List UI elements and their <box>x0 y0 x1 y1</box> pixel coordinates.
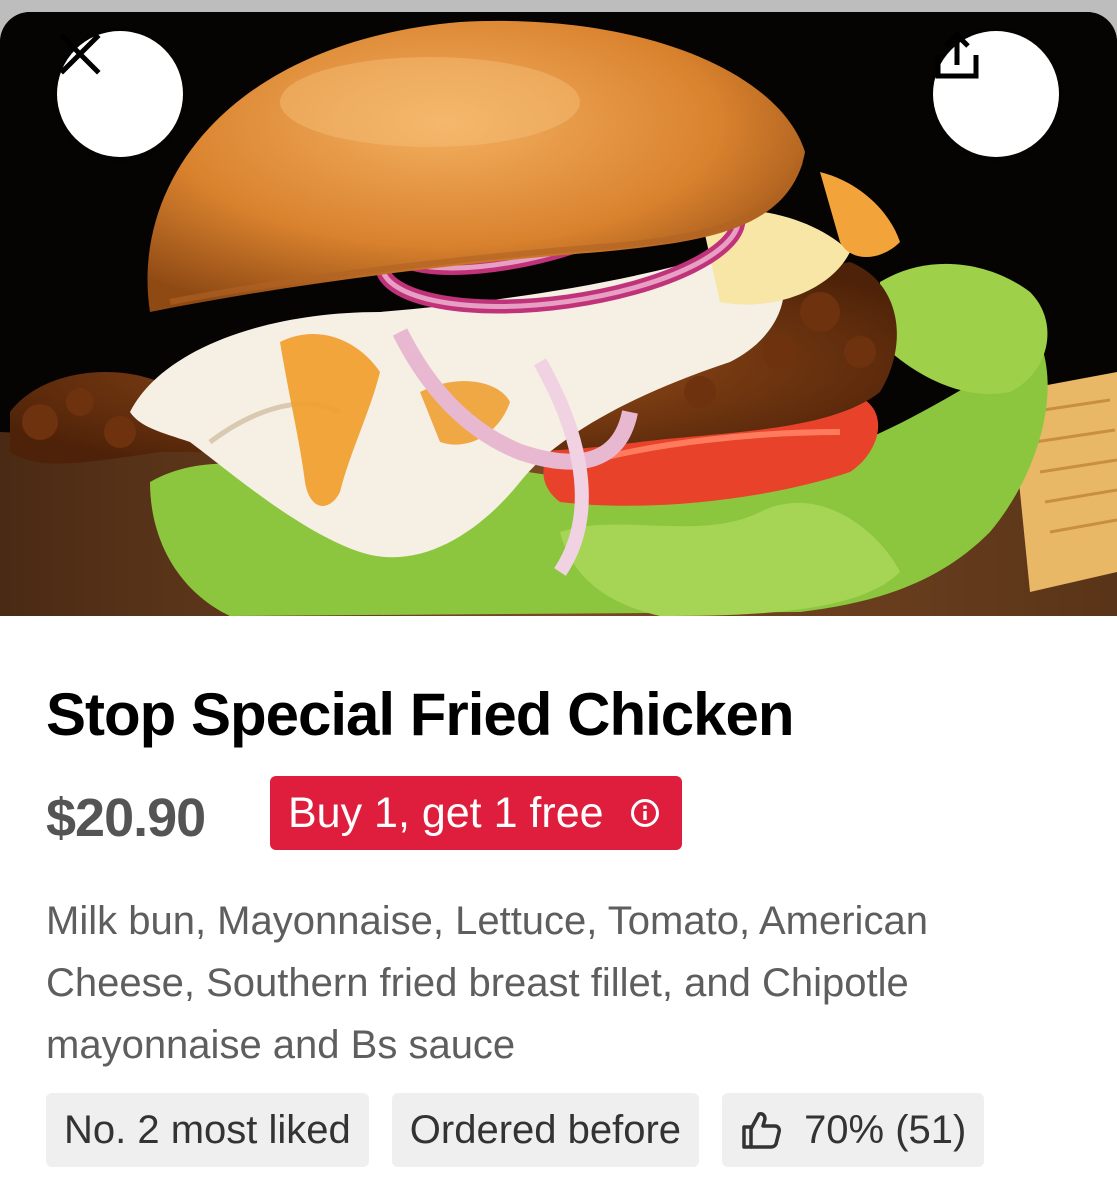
tag-label: No. 2 most liked <box>64 1107 351 1152</box>
item-description: Milk bun, Mayonnaise, Lettuce, Tomato, A… <box>46 899 928 1067</box>
tag-label: Ordered before <box>409 1107 682 1152</box>
tag-ordered-before: Ordered before <box>391 1093 700 1167</box>
close-button[interactable] <box>57 31 183 157</box>
share-button[interactable] <box>933 31 1059 157</box>
tag-most-liked: No. 2 most liked <box>46 1093 369 1167</box>
info-icon[interactable] <box>630 798 660 828</box>
item-price: $20.90 <box>46 788 206 848</box>
rating-label: 70% (51) <box>804 1107 967 1152</box>
item-title: Stop Special Fried Chicken <box>46 681 795 748</box>
item-tags: No. 2 most liked Ordered before 70% (51) <box>46 1093 985 1167</box>
item-detail-sheet: Stop Special Fried Chicken $20.90 Buy 1,… <box>0 12 1117 1200</box>
promo-badge[interactable]: Buy 1, get 1 free <box>270 776 682 850</box>
item-photo <box>0 12 1117 616</box>
share-icon <box>935 31 979 79</box>
promo-label: Buy 1, get 1 free <box>288 788 604 837</box>
thumbs-up-icon <box>740 1109 782 1151</box>
tag-rating: 70% (51) <box>722 1093 985 1167</box>
close-icon <box>59 33 101 75</box>
